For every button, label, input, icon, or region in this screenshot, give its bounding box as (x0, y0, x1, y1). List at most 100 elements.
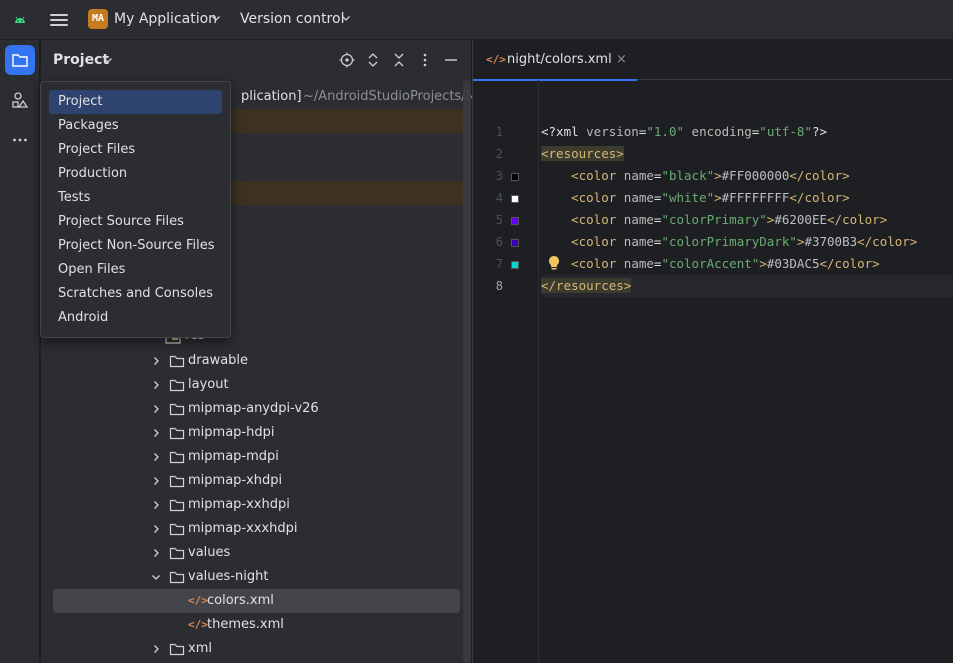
chevron-right-icon[interactable] (151, 428, 161, 438)
locate-icon[interactable] (339, 52, 355, 68)
collapse-all-icon[interactable] (391, 52, 407, 68)
hide-icon[interactable] (443, 52, 459, 68)
chevron-right-icon[interactable] (151, 452, 161, 462)
chevron-right-icon[interactable] (151, 644, 161, 654)
chevron-down-icon[interactable] (211, 13, 221, 23)
tree-row-drawable[interactable]: drawable (53, 349, 460, 373)
tree-row-xml[interactable]: xml (53, 637, 460, 661)
main-menu-icon[interactable] (50, 11, 68, 29)
tree-row-mipmap-xxhdpi[interactable]: mipmap-xxhdpi (53, 493, 460, 517)
version-control-menu[interactable]: Version control (240, 11, 344, 27)
line-number: 4 (495, 191, 503, 205)
tree-row-layout[interactable]: layout (53, 373, 460, 397)
tree-row-label: mipmap-hdpi (188, 425, 275, 440)
menu-item-label: Production (58, 166, 128, 181)
color-swatch-icon[interactable] (511, 239, 519, 247)
color-swatch-icon[interactable] (511, 173, 519, 181)
tree-row-mipmap-mdpi[interactable]: mipmap-mdpi (53, 445, 460, 469)
code-line[interactable]: <?xml version="1.0" encoding="utf-8"?> (541, 121, 953, 143)
code-line[interactable]: <color name="black">#FF000000</color> (541, 165, 953, 187)
tree-row-label: drawable (188, 353, 249, 368)
folder-icon (169, 403, 185, 416)
menu-item-label: Android (58, 310, 109, 325)
menu-item-label: Scratches and Consoles (58, 286, 214, 301)
menu-item-tests[interactable]: Tests (49, 186, 222, 210)
chevron-down-icon[interactable] (341, 13, 351, 23)
chevron-right-icon[interactable] (151, 548, 161, 558)
tree-row-mipmap-xxxhdpi[interactable]: mipmap-xxxhdpi (53, 517, 460, 541)
project-tool-button[interactable] (5, 45, 35, 75)
options-icon[interactable] (417, 52, 433, 68)
tree-row-label: mipmap-xxhdpi (188, 497, 290, 512)
menu-item-project-non-source-files[interactable]: Project Non-Source Files (49, 234, 222, 258)
editor-gutter: 1 2 3 4 5 6 7 8 (473, 80, 539, 663)
tree-row-highlight (231, 181, 463, 205)
chevron-down-icon[interactable] (151, 572, 161, 582)
line-number: 3 (495, 169, 503, 183)
folder-icon (12, 54, 28, 67)
tree-row-label: mipmap-xxxhdpi (188, 521, 298, 536)
menu-item-project-files[interactable]: Project Files (49, 138, 222, 162)
tree-row-themes-xml[interactable]: </> themes.xml (53, 613, 460, 637)
menu-item-label: Open Files (58, 262, 126, 277)
project-panel-scrollbar[interactable] (463, 80, 471, 663)
code-line[interactable]: <color name="colorPrimary">#6200EE</colo… (541, 209, 953, 231)
tree-row-mipmap-hdpi[interactable]: mipmap-hdpi (53, 421, 460, 445)
line-number: 7 (495, 257, 503, 271)
structure-icon (12, 92, 29, 108)
structure-tool-button[interactable] (5, 85, 35, 115)
more-tools-button[interactable] (5, 125, 35, 155)
android-logo-icon[interactable] (13, 13, 27, 27)
menu-item-label: Project Files (58, 142, 136, 157)
menu-item-label: Project (58, 94, 103, 109)
project-badge[interactable]: MA (88, 9, 108, 29)
close-icon[interactable]: × (616, 52, 627, 67)
folder-icon (169, 523, 185, 536)
xml-file-icon: </> (188, 594, 208, 607)
chevron-right-icon[interactable] (151, 500, 161, 510)
menu-item-open-files[interactable]: Open Files (49, 258, 222, 282)
editor: </> night/colors.xml × 1 2 3 4 5 6 7 8 <?xml ve… (472, 40, 953, 663)
menu-item-scratches-and-consoles[interactable]: Scratches and Consoles (49, 282, 222, 306)
menu-item-label: Project Non-Source Files (58, 238, 215, 253)
tree-row-mipmap-xhdpi[interactable]: mipmap-xhdpi (53, 469, 460, 493)
chevron-right-icon[interactable] (151, 356, 161, 366)
menu-item-project-source-files[interactable]: Project Source Files (49, 210, 222, 234)
menu-item-android[interactable]: Android (49, 306, 222, 330)
tree-row-mipmap-anydpi-v26[interactable]: mipmap-anydpi-v26 (53, 397, 460, 421)
tree-row-values-night[interactable]: values-night (53, 565, 460, 589)
expand-all-icon[interactable] (365, 52, 381, 68)
title-bar: MA My Application Version control (0, 0, 953, 40)
menu-item-packages[interactable]: Packages (49, 114, 222, 138)
color-swatch-icon[interactable] (511, 217, 519, 225)
tab-label: night/colors.xml (507, 52, 612, 67)
code-line[interactable]: <resources> (541, 143, 953, 165)
folder-icon (169, 499, 185, 512)
menu-item-project[interactable]: Project (49, 90, 222, 114)
lightbulb-icon[interactable] (547, 255, 561, 271)
color-swatch-icon[interactable] (511, 261, 519, 269)
folder-icon (169, 355, 185, 368)
code-line[interactable]: <color name="colorAccent">#03DAC5</color… (541, 253, 953, 275)
code-line[interactable]: <color name="white">#FFFFFFFF</color> (541, 187, 953, 209)
chevron-right-icon[interactable] (151, 404, 161, 414)
tab-colors-xml[interactable]: </> night/colors.xml × (473, 40, 637, 81)
folder-icon (169, 427, 185, 440)
chevron-right-icon[interactable] (151, 476, 161, 486)
chevron-down-icon[interactable] (103, 55, 113, 65)
color-swatch-icon[interactable] (511, 195, 519, 203)
project-panel-header: Project (41, 40, 471, 80)
project-selector[interactable]: My Application (114, 11, 217, 27)
project-view-selector[interactable]: Project (53, 52, 109, 68)
menu-item-production[interactable]: Production (49, 162, 222, 186)
chevron-right-icon[interactable] (151, 524, 161, 534)
code-line[interactable]: <color name="colorPrimaryDark">#3700B3</… (541, 231, 953, 253)
folder-icon (169, 475, 185, 488)
tree-row-values[interactable]: values (53, 541, 460, 565)
folder-icon (169, 451, 185, 464)
code-line[interactable]: </resources> (541, 275, 953, 297)
line-number: 1 (495, 125, 503, 139)
line-number: 5 (495, 213, 503, 227)
chevron-right-icon[interactable] (151, 380, 161, 390)
tree-row-colors-xml[interactable]: </> colors.xml (53, 589, 460, 613)
